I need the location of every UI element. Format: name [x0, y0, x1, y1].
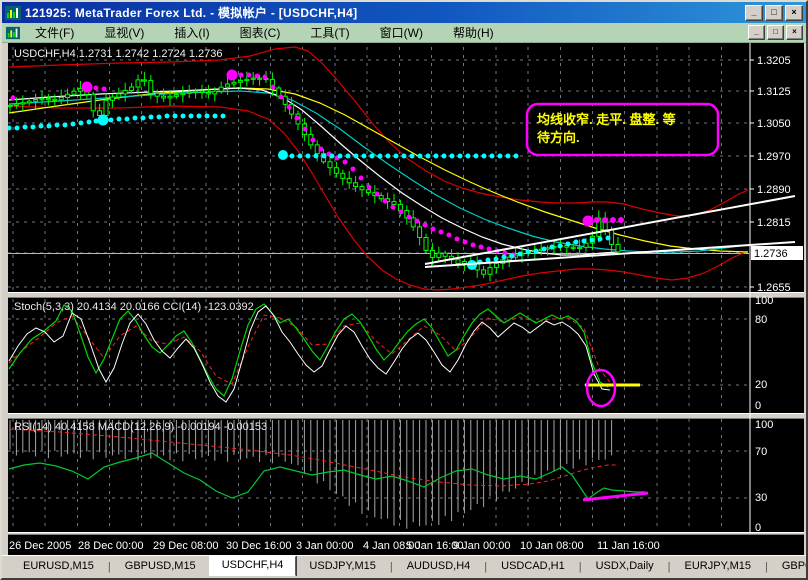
window-title: 121925: MetaTrader Forex Ltd. - 模拟帐户 - […: [25, 4, 743, 21]
svg-text:100: 100: [755, 419, 773, 431]
svg-text:1.3050: 1.3050: [757, 118, 791, 130]
menu-item-2[interactable]: 插入(I): [166, 23, 217, 42]
svg-text:3 Jan 00:00: 3 Jan 00:00: [296, 540, 354, 552]
menu-items: 文件(F) 显视(V) 插入(I) 图表(C) 工具(T) 窗口(W) 帮助(H): [27, 23, 746, 42]
mdi-restore-button[interactable]: □: [767, 25, 784, 40]
menu-bar: 文件(F)显视(V)插入(I)图表(C)工具(T)窗口(W)帮助(H) _ □ …: [2, 23, 806, 43]
svg-text:0: 0: [755, 400, 761, 412]
svg-text:10 Jan 08:00: 10 Jan 08:00: [520, 540, 584, 552]
svg-text:0: 0: [755, 522, 761, 534]
panel-labels: USDCHF,H4 1.2731 1.2742 1.2724 1.2736 Sto…: [14, 48, 267, 433]
svg-text:11 Jan 16:00: 11 Jan 16:00: [597, 540, 660, 552]
svg-text:30 Dec 16:00: 30 Dec 16:00: [226, 540, 291, 552]
menu-item-3[interactable]: 图表(C): [232, 23, 289, 42]
tab-gbpchf-m15[interactable]: GBPCHF,M15: [769, 558, 808, 575]
app-icon: [5, 5, 21, 21]
chart-icon: [5, 26, 21, 40]
svg-text:1.2970: 1.2970: [757, 151, 791, 163]
svg-text:30: 30: [755, 492, 767, 504]
svg-text:70: 70: [755, 446, 767, 458]
tab-usdx-daily[interactable]: USDX,Daily: [583, 558, 667, 575]
current-price-box: 1.2736: [751, 246, 803, 260]
mdi-close-button[interactable]: ×: [786, 25, 803, 40]
menu-item-4[interactable]: 工具(T): [302, 23, 357, 42]
menu-item-5[interactable]: 窗口(W): [372, 23, 431, 42]
chart-area: 1.3205 1.3125 1.3050 1.2970 1.2890 1.2815 1.26…: [2, 43, 806, 555]
metatrader-window: 121925: MetaTrader Forex Ltd. - 模拟帐户 - […: [0, 0, 808, 580]
svg-text:Stoch(5,3,3) 20.4134 20.0166: Stoch(5,3,3) 20.4134 20.0166 CCI(14) -12…: [14, 301, 254, 313]
svg-text:1.2815: 1.2815: [757, 217, 791, 229]
menu-item-1[interactable]: 显视(V): [96, 23, 152, 42]
chart-canvas-wrap: 1.3205 1.3125 1.3050 1.2970 1.2890 1.2815 1.26…: [8, 43, 804, 555]
menu-item-6[interactable]: 帮助(H): [445, 23, 502, 42]
svg-text:1.3125: 1.3125: [757, 86, 791, 98]
menu-item-0[interactable]: 文件(F): [27, 23, 82, 42]
tab-usdcad-h1[interactable]: USDCAD,H1: [488, 558, 578, 575]
maximize-button[interactable]: □: [765, 5, 783, 21]
price-axis: 1.3205 1.3125 1.3050 1.2970 1.2890 1.2815 1.26…: [750, 43, 791, 534]
svg-text:均线收窄. 走平. 盘整. 等: 均线收窄. 走平. 盘整. 等: [537, 112, 676, 127]
svg-text:USDCHF,H4 1.2731 1.2742 1.272: USDCHF,H4 1.2731 1.2742 1.2724 1.2736: [14, 48, 223, 60]
tab-eurusd-m15[interactable]: EURUSD,M15: [10, 558, 107, 575]
tab-audusd-h4[interactable]: AUDUSD,H4: [394, 558, 484, 575]
svg-text:26 Dec 2005: 26 Dec 2005: [9, 540, 71, 552]
svg-text:1.3205: 1.3205: [757, 55, 791, 67]
tab-usdchf-h4[interactable]: USDCHF,H4: [209, 556, 297, 576]
svg-text:RSI(14) 40.4158 MACD(12,26,9): RSI(14) 40.4158 MACD(12,26,9) -0.00194 -…: [14, 421, 267, 433]
svg-text:1.2890: 1.2890: [757, 184, 791, 196]
svg-text:80: 80: [755, 314, 767, 326]
svg-text:28 Dec 00:00: 28 Dec 00:00: [78, 540, 143, 552]
svg-text:100: 100: [755, 295, 773, 307]
svg-text:9 Jan 00:00: 9 Jan 00:00: [453, 540, 511, 552]
chart-tab-bar: EURUSD,M15|GBPUSD,M15USDCHF,H4USDJPY,M15…: [2, 555, 806, 577]
rsi-lines: [9, 429, 648, 500]
tab-gbpusd-m15[interactable]: GBPUSD,M15: [112, 558, 209, 575]
svg-text:1.2736: 1.2736: [754, 248, 788, 260]
svg-text:1.2655: 1.2655: [757, 282, 791, 294]
minimize-button[interactable]: _: [745, 5, 763, 21]
tab-usdjpy-m15[interactable]: USDJPY,M15: [296, 558, 388, 575]
mdi-minimize-button[interactable]: _: [748, 25, 765, 40]
close-button[interactable]: ×: [785, 5, 803, 21]
svg-text:待方向.: 待方向.: [536, 130, 580, 145]
svg-text:20: 20: [755, 379, 767, 391]
tab-eurjpy-m15[interactable]: EURJPY,M15: [672, 558, 764, 575]
chart-canvas[interactable]: 1.3205 1.3125 1.3050 1.2970 1.2890 1.2815 1.26…: [8, 43, 804, 555]
time-axis: 26 Dec 2005 28 Dec 00:00 29 Dec 08:00 30 De…: [9, 540, 660, 552]
svg-text:29 Dec 08:00: 29 Dec 08:00: [153, 540, 218, 552]
title-bar: 121925: MetaTrader Forex Ltd. - 模拟帐户 - […: [2, 2, 806, 23]
